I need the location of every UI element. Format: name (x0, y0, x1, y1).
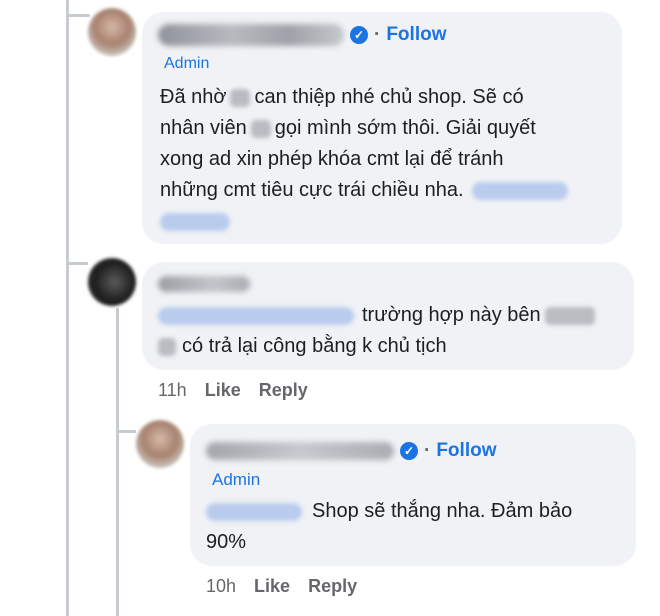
timestamp[interactable]: 10h (206, 576, 236, 597)
blurred-author-name[interactable] (158, 24, 344, 46)
redacted-name (544, 306, 595, 325)
text-line: 90% (206, 531, 247, 553)
follow-label: Follow (386, 24, 447, 45)
text-segment: Đã nhờ (160, 86, 227, 108)
avatar[interactable] (88, 258, 136, 306)
timestamp[interactable]: 11h (158, 380, 187, 401)
comment-text: Shop sẽ thắng nha. Đảm bảo 90% (206, 496, 626, 558)
comment-author[interactable]: ✓ · Follow (158, 24, 446, 46)
comment-author[interactable] (158, 276, 250, 292)
verified-icon: ✓ (400, 442, 418, 460)
text-segment: trường hợp này bên (362, 304, 541, 326)
mention-link[interactable] (206, 502, 302, 521)
thread-line (66, 0, 69, 616)
blurred-author-name[interactable] (158, 276, 250, 292)
like-button[interactable]: Like (254, 576, 290, 597)
admin-badge: Admin (212, 470, 261, 489)
thread-line (116, 308, 119, 616)
reply-button[interactable]: Reply (308, 576, 357, 597)
thread-branch (116, 430, 136, 433)
thread-branch (66, 14, 90, 17)
redacted-name (230, 88, 251, 107)
redacted-name (158, 337, 176, 356)
thread-branch (66, 262, 88, 265)
follow-button[interactable]: · Follow (374, 24, 446, 46)
text-line: xong ad xin phép khóa cmt lại để tránh (160, 148, 504, 170)
text-segment: gọi mình sớm thôi. Giải quyết (274, 117, 536, 139)
text-segment: can thiệp nhé chủ shop. Sẽ có (254, 86, 524, 108)
comment-text: trường hợp này bên có trả lại công bằng … (158, 300, 628, 362)
text-segment: Shop sẽ thắng nha. Đảm bảo (312, 500, 573, 522)
text-segment: nhân viên (160, 117, 247, 139)
mention-link[interactable] (471, 181, 568, 200)
comment-author[interactable]: ✓ · Follow (206, 440, 496, 462)
comment-actions: 10h Like Reply (206, 576, 375, 597)
follow-button[interactable]: · Follow (424, 440, 496, 462)
mention-link[interactable] (158, 306, 354, 325)
follow-label: Follow (436, 440, 497, 461)
text-segment: những cmt tiêu cực trái chiều nha. (160, 179, 464, 201)
avatar[interactable] (136, 420, 184, 468)
comment-actions: 11h Like Reply (158, 380, 326, 401)
mention-link[interactable] (160, 212, 230, 231)
like-button[interactable]: Like (205, 380, 241, 401)
reply-button[interactable]: Reply (259, 380, 308, 401)
admin-badge: Admin (164, 55, 210, 72)
verified-icon: ✓ (350, 26, 368, 44)
blurred-author-name[interactable] (206, 442, 394, 460)
avatar[interactable] (88, 8, 136, 56)
redacted-name (250, 119, 271, 138)
text-segment: có trả lại công bằng k chủ tịch (182, 335, 447, 357)
comment-text: Đã nhờ can thiệp nhé chủ shop. Sẽ có nhân… (160, 82, 616, 237)
